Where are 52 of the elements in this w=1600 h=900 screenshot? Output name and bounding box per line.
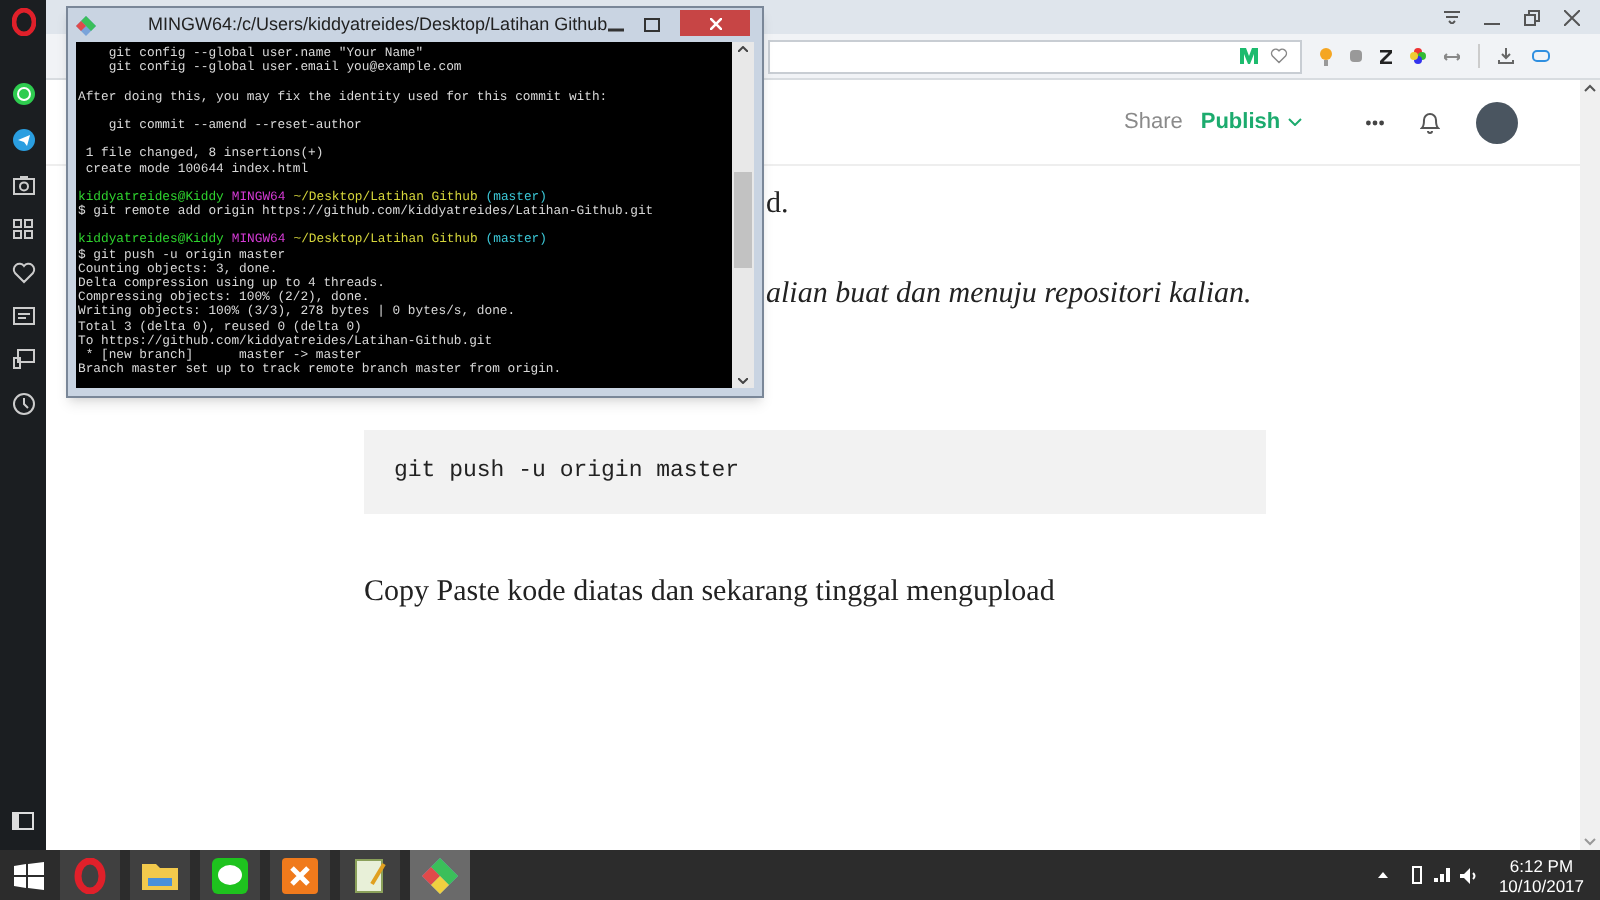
scroll-up-icon[interactable] bbox=[738, 46, 748, 52]
browser-logo-icon bbox=[74, 857, 106, 893]
chevron-down-icon[interactable] bbox=[1288, 118, 1303, 126]
windows-logo-icon[interactable] bbox=[14, 861, 44, 889]
tray-up-icon[interactable] bbox=[1378, 872, 1389, 878]
paper-plane-icon[interactable] bbox=[11, 128, 35, 152]
taskbar-app[interactable] bbox=[270, 850, 330, 900]
z-letter-icon[interactable] bbox=[1380, 49, 1392, 63]
camera-icon[interactable] bbox=[11, 174, 35, 196]
scroll-up-icon[interactable] bbox=[1584, 84, 1596, 92]
notepad-icon bbox=[354, 857, 386, 893]
close-icon[interactable] bbox=[1564, 9, 1580, 25]
scrollbar[interactable] bbox=[732, 42, 754, 388]
signal-icon[interactable] bbox=[1434, 868, 1453, 882]
arrows-icon[interactable] bbox=[1444, 51, 1460, 61]
bell-icon[interactable] bbox=[1420, 110, 1441, 134]
news-icon[interactable] bbox=[11, 306, 35, 326]
diamond-logo-icon bbox=[76, 15, 96, 35]
scroll-down-icon[interactable] bbox=[738, 378, 748, 384]
scrollbar[interactable] bbox=[1580, 80, 1600, 850]
paragraph: Copy Paste kode diatas dan sekarang tinggal mengupload bbox=[364, 574, 1057, 612]
download-icon[interactable] bbox=[1498, 48, 1514, 64]
restore-icon[interactable] bbox=[1524, 9, 1540, 25]
avatar[interactable] bbox=[1476, 101, 1519, 143]
menu-icon[interactable] bbox=[1444, 10, 1460, 24]
heart-icon[interactable] bbox=[11, 262, 35, 284]
paragraph: alian buat dan menuju repositori kalian. bbox=[766, 275, 1252, 313]
device-icon[interactable] bbox=[11, 348, 35, 370]
close-button[interactable] bbox=[680, 10, 750, 36]
window-title: MINGW64:/c/Users/kiddyatreides/Desktop/Latihan Github bbox=[148, 11, 608, 38]
taskbar-app[interactable] bbox=[130, 850, 190, 900]
phone-icon[interactable] bbox=[1412, 866, 1423, 884]
grid-icon[interactable] bbox=[12, 218, 34, 240]
more-icon[interactable] bbox=[1366, 119, 1385, 125]
code-text: git push -u origin master bbox=[394, 456, 740, 489]
color-wheel-icon[interactable] bbox=[1410, 48, 1426, 64]
folder-icon bbox=[140, 859, 180, 891]
sidebar-toggle-icon[interactable] bbox=[12, 812, 34, 830]
clock-date[interactable]: 10/10/2017 bbox=[1498, 875, 1584, 895]
browser-logo-icon[interactable] bbox=[11, 8, 35, 36]
paragraph: d. bbox=[766, 186, 789, 224]
taskbar-app[interactable] bbox=[200, 850, 260, 900]
diamond-logo-icon bbox=[422, 857, 458, 893]
lightbulb-icon[interactable] bbox=[1320, 47, 1332, 65]
scroll-thumb[interactable] bbox=[734, 172, 752, 268]
battery-icon[interactable] bbox=[1532, 50, 1550, 62]
clock-icon[interactable] bbox=[11, 392, 35, 416]
maximize-icon[interactable] bbox=[644, 18, 660, 32]
speaker-icon[interactable] bbox=[1460, 867, 1479, 883]
clock-time[interactable]: 6:12 PM bbox=[1509, 855, 1574, 875]
cross-logo-icon bbox=[282, 857, 318, 893]
taskbar-app[interactable] bbox=[340, 850, 400, 900]
